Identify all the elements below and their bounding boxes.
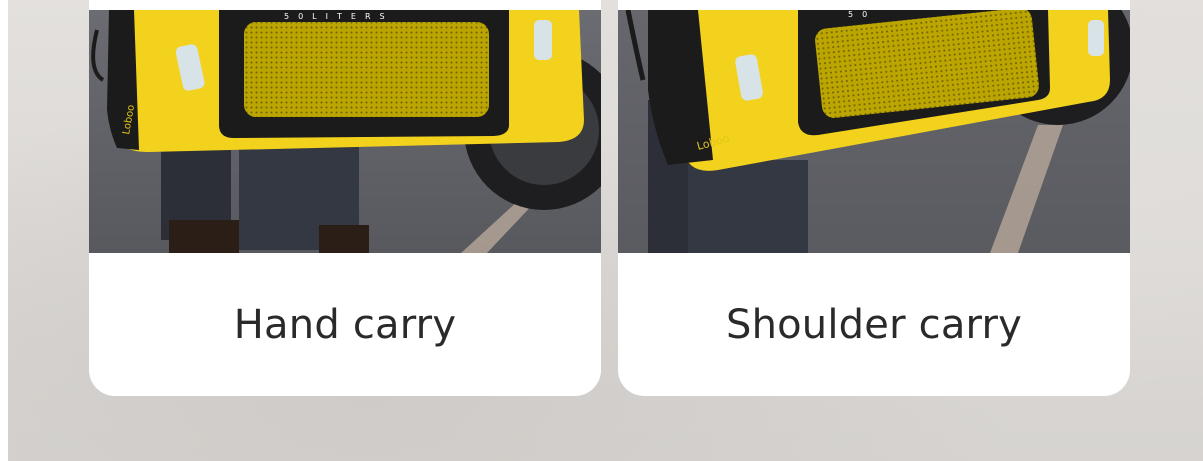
carry-option-card-hand: 50LITERS Loboo Hand carry [89,0,601,396]
product-photo-hand-carry: 50LITERS Loboo [89,10,601,253]
card-caption-hand-carry: Hand carry [233,301,457,348]
product-photo-shoulder-carry: 50 Loboo [618,10,1130,253]
bag-photo-icon: 50 Loboo [618,10,1130,253]
card-caption-shoulder-carry: Shoulder carry [725,301,1022,348]
carry-option-card-shoulder: 50 Loboo Shoulder carry [618,0,1130,396]
bag-photo-icon: 50LITERS Loboo [89,10,601,253]
bag-label: 50LITERS [284,12,394,21]
bag-label: 50 [848,10,876,19]
